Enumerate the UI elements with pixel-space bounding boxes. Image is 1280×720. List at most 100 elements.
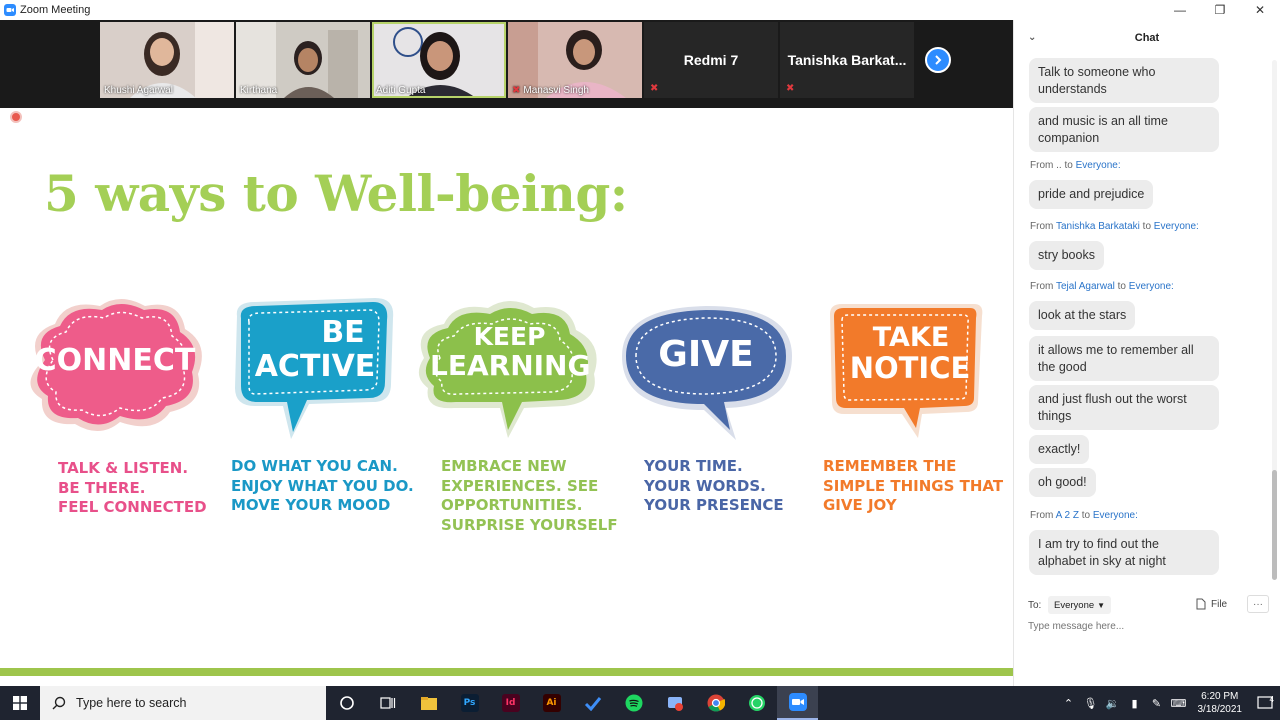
caption-line: GIVE JOY [823, 496, 897, 514]
keep-learning-bubble-label-1: KEEP [473, 322, 546, 351]
file-explorer-icon[interactable] [408, 686, 449, 720]
connect-bubble: CONNECT [20, 294, 210, 444]
chevron-up-icon[interactable]: ⌃ [1058, 697, 1080, 710]
to-label: to [1081, 510, 1091, 521]
system-clock[interactable]: 6:20 PM 3/18/2021 [1190, 690, 1251, 716]
chat-scrollbar[interactable] [1272, 60, 1277, 580]
notification-center-icon[interactable]: 4 [1250, 695, 1280, 710]
take-notice-caption: REMEMBER THE SIMPLE THINGS THAT GIVE JOY [823, 457, 1003, 516]
start-button[interactable] [0, 686, 40, 720]
participant-name: Aditi Gupta [376, 85, 426, 96]
connect-bubble-label: CONNECT [34, 343, 196, 378]
sender-name[interactable]: Tanishka Barkataki [1056, 221, 1140, 232]
clock-date: 3/18/2021 [1197, 704, 1243, 715]
be-active-caption: DO WHAT YOU CAN. ENJOY WHAT YOU DO. MOVE… [231, 457, 414, 516]
spotify-icon[interactable] [613, 686, 654, 720]
to-label: to [1064, 160, 1073, 171]
recipient-name[interactable]: Everyone: [1154, 221, 1199, 232]
pen-icon[interactable]: ✎ [1146, 697, 1168, 710]
from-label: From [1030, 160, 1054, 171]
caption-line: SURPRISE YOURSELF [441, 515, 618, 534]
notification-count: 4 [1269, 695, 1274, 704]
recipient-dropdown[interactable]: Everyone ▼ [1048, 596, 1112, 614]
from-label: From [1030, 510, 1054, 521]
participant-tile[interactable]: Redmi 7 ✖ [644, 22, 778, 98]
mic-muted-icon: ✖ [512, 85, 521, 96]
file-button[interactable]: File [1196, 598, 1227, 610]
next-participants-button[interactable] [925, 47, 951, 73]
recipient-name[interactable]: Everyone: [1076, 160, 1121, 171]
zoom-app-icon [4, 4, 16, 16]
taskbar-search-box[interactable]: Type here to search [40, 686, 326, 720]
recipient-name[interactable]: Everyone: [1129, 281, 1174, 292]
chat-app-icon[interactable] [654, 686, 695, 720]
chat-message: oh good! [1029, 468, 1096, 497]
participant-name: Kirthana [240, 85, 278, 96]
more-icon: ··· [1253, 598, 1263, 610]
caption-line: BE THERE. [58, 478, 146, 497]
from-label: From [1030, 221, 1054, 232]
chat-scrollbar-thumb[interactable] [1272, 470, 1277, 580]
whatsapp-icon[interactable] [736, 686, 777, 720]
task-view-icon[interactable] [367, 686, 408, 720]
take-notice-bubble: TAKE NOTICE [826, 302, 986, 440]
recipient-name[interactable]: Everyone: [1093, 510, 1138, 521]
keep-learning-bubble-label-2: LEARNING [430, 349, 591, 382]
file-button-label: File [1211, 598, 1228, 610]
windows-taskbar: Type here to search Ps Id Ai ⌃ 🎙 🔉 ▮ ✎ ⌨… [0, 686, 1280, 720]
maximize-button[interactable]: ❐ [1200, 0, 1240, 20]
be-active-bubble-label-2: ACTIVE [254, 349, 376, 384]
keep-learning-bubble: KEEP LEARNING [412, 296, 607, 441]
sender-name[interactable]: .. [1056, 160, 1062, 171]
keep-learning-caption: EMBRACE NEW EXPERIENCES. SEE OPPORTUNITI… [441, 457, 618, 535]
chat-message: pride and prejudice [1029, 180, 1154, 209]
be-active-bubble-label-1: BE [321, 315, 365, 350]
caption-line: SIMPLE THINGS THAT [823, 476, 1004, 495]
chat-message: Talk to someone who understands [1029, 58, 1219, 103]
connect-caption: TALK & LISTEN. BE THERE. FEEL CONNECTED [58, 459, 207, 518]
cortana-icon[interactable] [326, 686, 367, 720]
slide-footer-bar [0, 668, 1013, 676]
sender-name[interactable]: Tejal Agarwal [1056, 281, 1115, 292]
caption-line: YOUR WORDS. [644, 476, 766, 495]
chat-compose-area: To: Everyone ▼ File ··· [1014, 594, 1280, 686]
battery-icon[interactable]: ▮ [1124, 697, 1146, 710]
chat-title: Chat [1134, 32, 1160, 44]
chat-message: it allows me to remember all the good [1029, 336, 1219, 381]
caption-line: DO WHAT YOU CAN. [231, 457, 398, 475]
more-options-button[interactable]: ··· [1247, 595, 1269, 613]
illustrator-icon[interactable]: Ai [531, 686, 572, 720]
caption-line: FEEL CONNECTED [58, 498, 207, 516]
close-button[interactable]: ✕ [1240, 0, 1280, 20]
chat-message-list[interactable]: Talk to someone who understands and musi… [1014, 56, 1269, 576]
participant-tile-active-speaker[interactable]: Aditi Gupta [372, 22, 506, 98]
to-label: to [1117, 281, 1126, 292]
photoshop-icon[interactable]: Ps [449, 686, 490, 720]
zoom-icon[interactable] [777, 686, 818, 720]
chrome-icon[interactable] [695, 686, 736, 720]
indesign-icon[interactable]: Id [490, 686, 531, 720]
file-icon [1196, 598, 1206, 610]
take-notice-bubble-label-1: TAKE [872, 322, 950, 353]
sender-name[interactable]: A 2 Z [1056, 510, 1079, 521]
search-icon [52, 696, 66, 710]
chevron-down-icon[interactable]: ⌄ [1028, 32, 1036, 43]
microphone-icon[interactable]: 🎙 [1080, 697, 1102, 710]
chat-sender-line: From A 2 Z to Everyone: [1030, 510, 1138, 521]
participant-tile[interactable]: Kirthana [236, 22, 370, 98]
chat-message: stry books [1029, 241, 1104, 270]
minimize-button[interactable]: — [1160, 0, 1200, 20]
participant-video-strip: Khushi Agarwal Kirthana Aditi Gupta ✖ Ma… [0, 20, 1013, 108]
chat-message: exactly! [1029, 435, 1090, 464]
to-label: To: [1028, 600, 1042, 611]
todo-icon[interactable] [572, 686, 613, 720]
speaker-icon[interactable]: 🔉 [1102, 697, 1124, 710]
slide-title: 5 ways to Well-being: [44, 164, 628, 223]
caption-line: EMBRACE NEW [441, 457, 567, 475]
participant-tile[interactable]: ✖ Manasvi Singh [508, 22, 642, 98]
participant-tile[interactable]: Khushi Agarwal [100, 22, 234, 98]
chat-sender-line: From .. to Everyone: [1030, 160, 1121, 171]
keyboard-icon[interactable]: ⌨ [1168, 697, 1190, 710]
chat-message-input[interactable] [1028, 621, 1258, 632]
participant-tile[interactable]: Tanishka Barkat... ✖ [780, 22, 914, 98]
